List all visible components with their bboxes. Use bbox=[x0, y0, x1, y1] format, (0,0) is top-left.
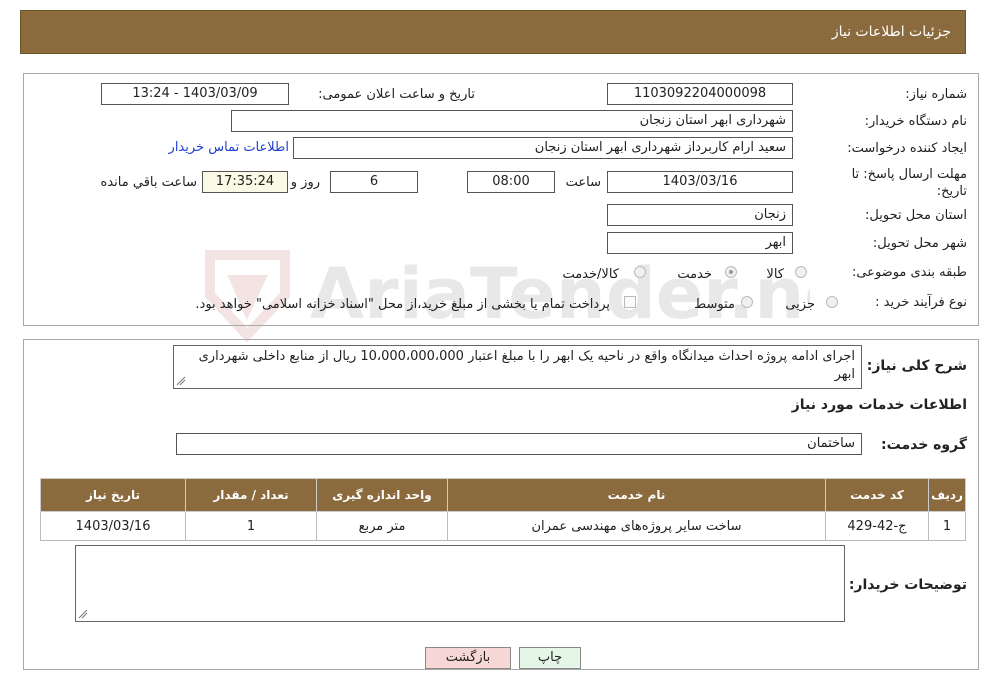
purchase-radio-medium[interactable] bbox=[741, 296, 753, 308]
table-cell: 1 bbox=[928, 511, 966, 541]
table-cell: 1 bbox=[185, 511, 317, 541]
buyer-notes-label: توضیحات خریدار: bbox=[848, 577, 967, 593]
print-button[interactable]: چاپ bbox=[519, 647, 581, 669]
table-header-row: ردیف کد خدمت نام خدمت واحد اندازه گیری ت… bbox=[40, 478, 966, 512]
description-label: شرح کلی نیاز: bbox=[866, 358, 967, 374]
services-section-title: اطلاعات خدمات مورد نیاز bbox=[791, 397, 967, 413]
days-remaining-field: 6 bbox=[330, 171, 418, 193]
column-header: تعداد / مقدار bbox=[185, 478, 317, 512]
column-header: واحد اندازه گیری bbox=[316, 478, 448, 512]
treasury-payment-checkbox[interactable] bbox=[624, 296, 636, 308]
table-row: 1 ج-42-429 ساخت سایر پروژه‌های مهندسی عم… bbox=[40, 511, 966, 541]
column-header: کد خدمت bbox=[825, 478, 929, 512]
buyer-org-field: شهرداری ابهر استان زنجان bbox=[231, 110, 793, 132]
announce-label: تاریخ و ساعت اعلان عمومی: bbox=[318, 87, 475, 102]
payment-note: پرداخت تمام یا بخشی از مبلغ خرید،از محل … bbox=[195, 297, 610, 312]
remaining-time-label: ساعت باقي مانده bbox=[100, 175, 197, 190]
contact-info-link[interactable]: اطلاعات تماس خریدار bbox=[169, 140, 289, 155]
page-header: جزئیات اطلاعات نیاز bbox=[20, 10, 966, 54]
purchase-type-label: نوع فرآیند خرید : bbox=[875, 295, 967, 310]
remaining-time-field: 17:35:24 bbox=[202, 171, 288, 193]
category-option-goods-service: کالا/خدمت bbox=[562, 267, 619, 282]
deadline-time-field: 08:00 bbox=[467, 171, 555, 193]
category-radio-goods-service[interactable] bbox=[634, 266, 646, 278]
column-header: نام خدمت bbox=[447, 478, 826, 512]
purchase-radio-minor[interactable] bbox=[826, 296, 838, 308]
deadline-label: مهلت ارسال پاسخ: تا تاریخ: bbox=[851, 167, 967, 199]
table-cell: متر مربع bbox=[316, 511, 448, 541]
purchase-option-minor: جزیی bbox=[785, 297, 815, 312]
service-group-label: گروه خدمت: bbox=[881, 437, 967, 453]
resize-handle-icon[interactable] bbox=[78, 609, 88, 619]
resize-handle-icon[interactable] bbox=[176, 376, 186, 386]
back-button[interactable]: بازگشت bbox=[425, 647, 511, 669]
column-header: تاریخ نیاز bbox=[40, 478, 186, 512]
requester-label: ایجاد کننده درخواست: bbox=[847, 141, 967, 156]
description-text: اجرای ادامه پروژه احداث میدانگاه واقع در… bbox=[198, 349, 855, 382]
table-cell: ساخت سایر پروژه‌های مهندسی عمران bbox=[447, 511, 826, 541]
city-label: شهر محل تحویل: bbox=[872, 236, 967, 251]
services-table: ردیف کد خدمت نام خدمت واحد اندازه گیری ت… bbox=[40, 478, 966, 541]
table-cell: ج-42-429 bbox=[825, 511, 929, 541]
need-number-label: شماره نیاز: bbox=[905, 87, 967, 102]
province-field: زنجان bbox=[607, 204, 793, 226]
category-radio-goods[interactable] bbox=[795, 266, 807, 278]
table-cell: 1403/03/16 bbox=[40, 511, 186, 541]
category-option-service: خدمت bbox=[677, 267, 712, 282]
deadline-time-label: ساعت bbox=[565, 175, 601, 190]
column-header: ردیف bbox=[928, 478, 966, 512]
announce-datetime-field: 1403/03/09 - 13:24 bbox=[101, 83, 289, 105]
days-label: روز و bbox=[290, 175, 320, 190]
buyer-org-label: نام دستگاه خریدار: bbox=[864, 114, 967, 129]
service-group-field: ساختمان bbox=[176, 433, 862, 455]
page-title: جزئیات اطلاعات نیاز bbox=[831, 24, 951, 40]
buyer-notes-textarea[interactable] bbox=[75, 545, 845, 622]
description-textarea[interactable]: اجرای ادامه پروژه احداث میدانگاه واقع در… bbox=[173, 345, 862, 389]
city-field: ابهر bbox=[607, 232, 793, 254]
deadline-date-field: 1403/03/16 bbox=[607, 171, 793, 193]
category-option-goods: کالا bbox=[766, 267, 784, 282]
category-label: طبقه بندی موضوعی: bbox=[851, 265, 967, 280]
category-radio-service[interactable] bbox=[725, 266, 737, 278]
need-number-field: 1103092204000098 bbox=[607, 83, 793, 105]
purchase-option-medium: متوسط bbox=[694, 297, 735, 312]
requester-field: سعید ارام کاربرداز شهرداری ابهر استان زن… bbox=[293, 137, 793, 159]
province-label: استان محل تحویل: bbox=[865, 208, 967, 223]
